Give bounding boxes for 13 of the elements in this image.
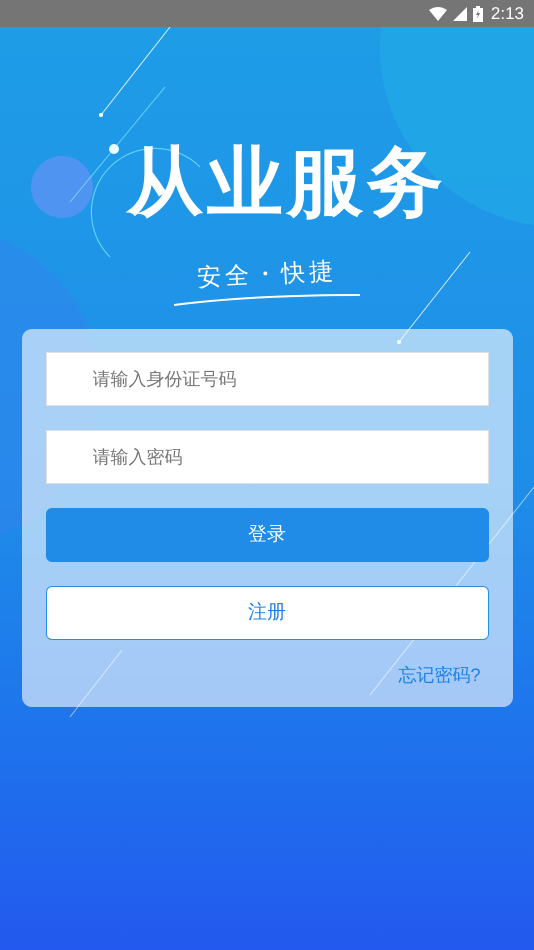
battery-icon [472,6,483,22]
background-circle [31,156,93,218]
id-number-field[interactable]: 请输入身份证号码 [46,352,488,406]
wifi-icon [428,6,447,20]
app-title: 从业服务 [127,145,447,221]
forgot-password-link[interactable]: 忘记密码? [398,662,480,689]
password-field[interactable]: 请输入密码 [46,430,488,484]
status-time: 2:13 [490,2,524,25]
signal-icon [452,6,467,20]
tagline: 安全・快捷 [196,259,338,291]
login-button[interactable]: 登录 [46,508,488,562]
register-button[interactable]: 注册 [46,586,488,640]
streak-line [70,650,122,718]
